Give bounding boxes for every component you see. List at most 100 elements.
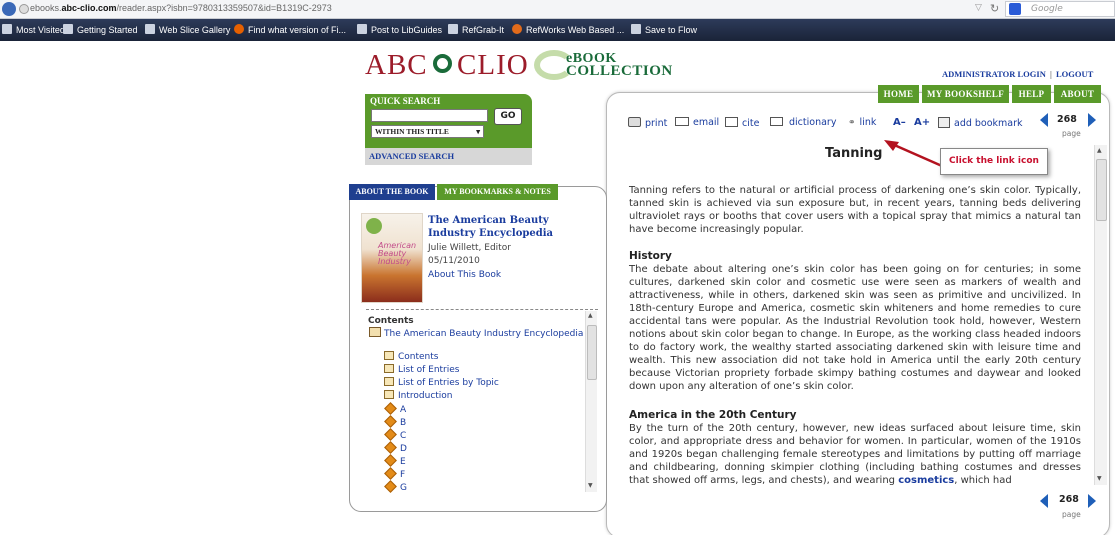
bookmark-refgrab-it[interactable]: RefGrab-It — [448, 24, 504, 35]
toc-letter-e[interactable]: E — [384, 454, 406, 467]
quick-search-title: QUICK SEARCH — [370, 96, 441, 106]
nav-home[interactable]: HOME — [878, 85, 919, 103]
search-placeholder: Google — [1031, 4, 1063, 14]
next-page-icon[interactable] — [1088, 113, 1096, 127]
administrator-login-link[interactable]: ADMINISTRATOR LOGIN — [942, 69, 1046, 79]
folder-icon — [384, 467, 397, 480]
toc-label: Contents — [368, 316, 414, 326]
folder-icon — [384, 454, 397, 467]
page-icon — [384, 377, 394, 386]
toc-divider — [366, 309, 598, 310]
toc-scrollbar[interactable]: ▲ ▼ — [585, 311, 597, 492]
reload-icon[interactable]: ↻ — [990, 2, 999, 15]
google-icon — [1009, 3, 1021, 15]
toc-item-introduction[interactable]: Introduction — [384, 390, 453, 401]
bookmark-post-to-libguides[interactable]: Post to LibGuides — [357, 24, 442, 35]
toc-item-entries-by-topic[interactable]: List of Entries by Topic — [384, 377, 499, 388]
nav-my-bookshelf[interactable]: MY BOOKSHELF — [922, 85, 1009, 103]
bookmark-most-visited[interactable]: Most Visited — [2, 24, 65, 35]
quick-search-box: QUICK SEARCH GO WITHIN THIS TITLE ▾ — [365, 94, 532, 148]
search-scope-select[interactable]: WITHIN THIS TITLE ▾ — [371, 125, 484, 138]
history-paragraph: The debate about altering one’s skin col… — [629, 264, 1081, 392]
printer-icon — [628, 117, 641, 127]
bookmark-refworks[interactable]: RefWorks Web Based ... — [512, 24, 624, 35]
prev-page-icon[interactable] — [1040, 113, 1048, 127]
url-text[interactable]: ebooks.abc-clio.com/reader.aspx?isbn=978… — [30, 3, 332, 13]
dictionary-icon — [770, 117, 783, 126]
collection-label: COLLECTION — [566, 63, 673, 79]
book-title-link[interactable]: The American Beauty Industry Encyclopedi… — [428, 214, 593, 240]
about-this-book-link[interactable]: About This Book — [428, 270, 501, 280]
bookmark-web-slice-gallery[interactable]: Web Slice Gallery — [145, 24, 230, 35]
cosmetics-link[interactable]: cosmetics — [898, 475, 954, 486]
america-heading: America in the 20th Century — [629, 409, 797, 421]
scroll-down-icon[interactable]: ▼ — [1097, 475, 1102, 482]
back-button[interactable] — [2, 2, 16, 16]
email-button[interactable]: email — [675, 117, 719, 128]
nav-about[interactable]: ABOUT — [1054, 85, 1101, 103]
decrease-font-button[interactable]: A– — [893, 117, 906, 128]
toc-scroll-thumb[interactable] — [587, 325, 597, 380]
dictionary-button[interactable]: dictionary — [770, 117, 836, 128]
link-icon: ⚭ — [848, 118, 856, 128]
toc-letter-a[interactable]: A — [384, 402, 406, 415]
toc-letter-f[interactable]: F — [384, 467, 405, 480]
book-icon — [369, 327, 381, 337]
abc-clio-logo[interactable]: ABC CLIO — [365, 49, 529, 83]
scroll-up-icon[interactable]: ▲ — [1097, 147, 1102, 154]
address-bar[interactable]: ebooks.abc-clio.com/reader.aspx?isbn=978… — [0, 0, 1115, 19]
refworks-icon — [512, 24, 522, 34]
quick-search-input[interactable] — [371, 109, 488, 122]
instruction-callout: Click the link icon — [940, 148, 1048, 175]
cite-button[interactable]: cite — [725, 117, 759, 129]
toc-item-list-of-entries[interactable]: List of Entries — [384, 364, 459, 375]
bookmark-getting-started[interactable]: Getting Started — [63, 24, 138, 35]
prev-page-bottom-icon[interactable] — [1040, 494, 1048, 508]
article-scroll-thumb[interactable] — [1096, 159, 1107, 221]
toc-letter-c[interactable]: C — [384, 428, 406, 441]
nav-help[interactable]: HELP — [1012, 85, 1051, 103]
next-page-bottom-icon[interactable] — [1088, 494, 1096, 508]
increase-font-button[interactable]: A+ — [914, 117, 930, 128]
dropdown-arrow-icon[interactable]: ▽ — [975, 3, 982, 13]
site-identity-icon[interactable] — [19, 4, 29, 14]
toc-root[interactable]: The American Beauty Industry Encyclopedi… — [369, 327, 583, 339]
book-cover-image[interactable]: American Beauty Industry — [361, 213, 423, 303]
toc-item-contents[interactable]: Contents — [384, 351, 438, 362]
bookmark-add-icon — [938, 117, 950, 128]
go-button[interactable]: GO — [494, 108, 522, 125]
scroll-up-icon[interactable]: ▲ — [588, 312, 593, 319]
toc-letter-d[interactable]: D — [384, 441, 407, 454]
bookmark-icon — [63, 24, 73, 34]
tab-about-the-book[interactable]: ABOUT THE BOOK — [349, 184, 435, 200]
bookmark-icon — [2, 24, 12, 34]
book-editor: Julie Willett, Editor — [428, 243, 511, 253]
toc-letter-b[interactable]: B — [384, 415, 406, 428]
cite-icon — [725, 117, 738, 127]
logout-link[interactable]: LOGOUT — [1056, 69, 1093, 79]
print-button[interactable]: print — [628, 117, 667, 129]
folder-icon — [384, 428, 397, 441]
article-scrollbar[interactable]: ▲ ▼ — [1094, 145, 1107, 485]
search-box[interactable]: Google — [1005, 1, 1115, 17]
toc-letter-g[interactable]: G — [384, 480, 407, 493]
scroll-down-icon[interactable]: ▼ — [588, 482, 593, 489]
add-bookmark-button[interactable]: add bookmark — [938, 117, 1023, 129]
bookmark-find-version[interactable]: Find what version of Fi... — [234, 24, 346, 35]
link-button[interactable]: ⚭ link — [848, 117, 876, 128]
book-date: 05/11/2010 — [428, 256, 480, 266]
header-separator: | — [1049, 69, 1052, 79]
cover-title-text: American Beauty Industry — [378, 241, 417, 266]
advanced-search-link[interactable]: ADVANCED SEARCH — [365, 148, 532, 165]
cover-decoration — [366, 218, 382, 234]
page-label-bottom: page — [1062, 510, 1081, 519]
chevron-down-icon: ▾ — [476, 127, 480, 136]
bookmark-icon — [631, 24, 641, 34]
article-title: Tanning — [825, 146, 883, 161]
folder-icon — [384, 480, 397, 493]
tab-my-bookmarks-notes[interactable]: MY BOOKMARKS & NOTES — [437, 184, 558, 200]
bookmark-save-to-flow[interactable]: Save to Flow — [631, 24, 697, 35]
bookmark-icon — [448, 24, 458, 34]
page-icon — [384, 364, 394, 373]
page-icon — [384, 351, 394, 360]
